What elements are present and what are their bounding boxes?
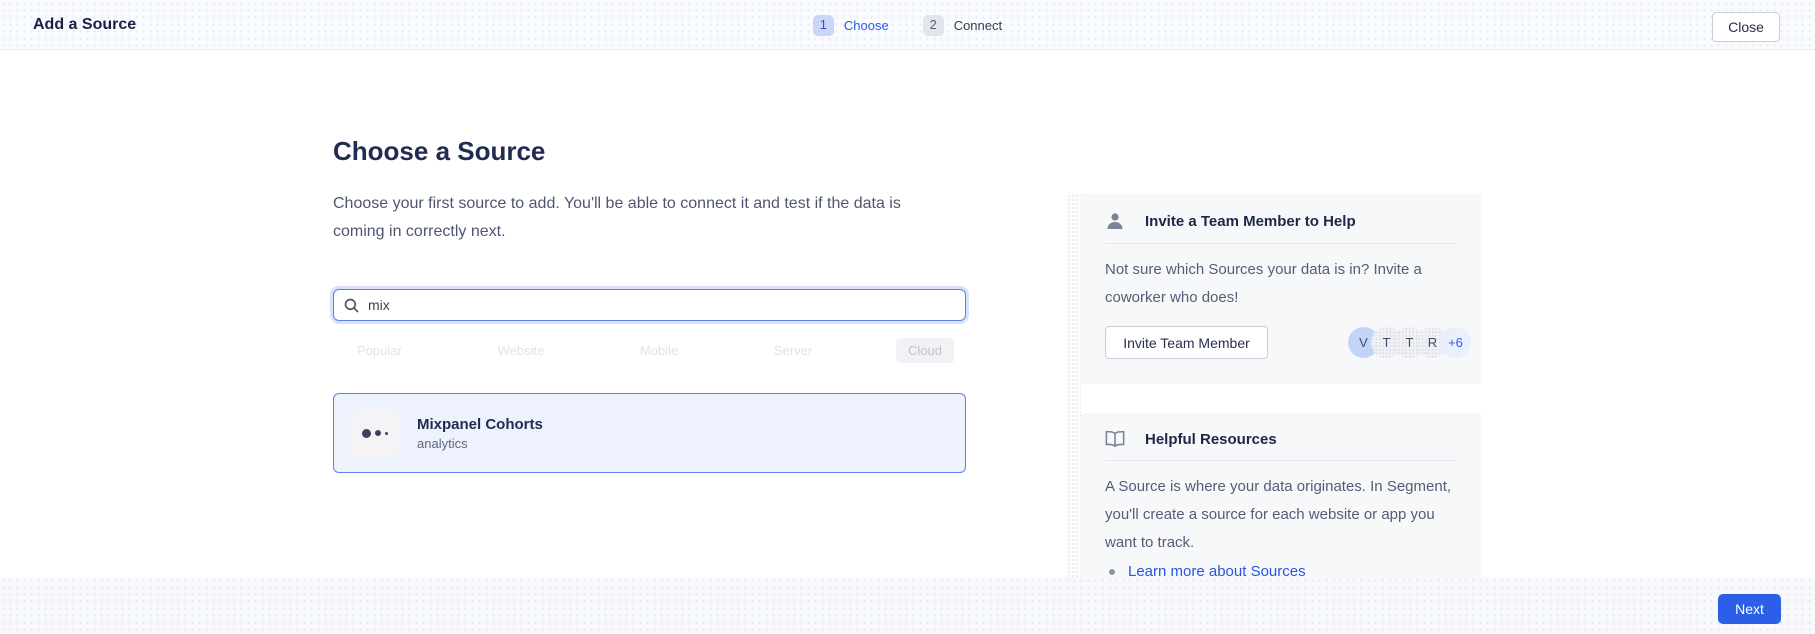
tab-mobile[interactable]: Mobile <box>628 338 690 363</box>
result-text: Mixpanel Cohorts analytics <box>417 416 543 451</box>
bullet-icon <box>1109 569 1115 575</box>
invite-team-member-button[interactable]: Invite Team Member <box>1105 326 1268 359</box>
avatar-overflow-count: +6 <box>1440 327 1471 358</box>
choose-source-section: Choose a Source Choose your first source… <box>333 51 966 577</box>
book-icon <box>1105 430 1125 448</box>
invite-action-row: Invite Team Member V T T R +6 <box>1081 312 1481 359</box>
invite-card-body: Not sure which Sources your data is in? … <box>1081 244 1481 312</box>
header-bar: Add a Source 1 Choose 2 Connect Close <box>0 0 1815 50</box>
source-name: Mixpanel Cohorts <box>417 416 543 433</box>
invite-card-title: Invite a Team Member to Help <box>1145 213 1356 230</box>
mixpanel-logo-icon <box>350 409 399 458</box>
resources-card-title: Helpful Resources <box>1145 431 1277 448</box>
step-number-badge: 1 <box>813 15 834 36</box>
source-result-mixpanel-cohorts[interactable]: Mixpanel Cohorts analytics <box>333 393 966 473</box>
step-choose[interactable]: 1 Choose <box>813 15 889 36</box>
resources-card-header: Helpful Resources <box>1081 413 1481 460</box>
sidebar-divider-strip <box>1067 194 1081 594</box>
step-label: Connect <box>954 18 1002 33</box>
tab-server[interactable]: Server <box>762 338 824 363</box>
helpful-resources-card: Helpful Resources A Source is where your… <box>1081 413 1481 594</box>
footer-bar <box>0 577 1815 634</box>
section-heading: Choose a Source <box>333 136 545 167</box>
add-source-modal: Add a Source 1 Choose 2 Connect Close Ch… <box>0 0 1815 634</box>
step-number-badge: 2 <box>923 15 944 36</box>
team-avatar-stack: V T T R +6 <box>1348 327 1471 358</box>
section-description: Choose your first source to add. You'll … <box>333 190 933 246</box>
tab-popular[interactable]: Popular <box>345 338 414 363</box>
resources-card-body: A Source is where your data originates. … <box>1081 461 1481 557</box>
next-button[interactable]: Next <box>1718 594 1781 624</box>
category-filter-tabs: Popular Website Mobile Server Cloud <box>333 337 966 363</box>
source-search-box <box>333 289 966 321</box>
stepper: 1 Choose 2 Connect <box>0 0 1815 50</box>
invite-team-card: Invite a Team Member to Help Not sure wh… <box>1081 194 1481 384</box>
tab-website[interactable]: Website <box>486 338 557 363</box>
step-label: Choose <box>844 18 889 33</box>
main-panel: Choose a Source Choose your first source… <box>0 51 1815 577</box>
person-icon <box>1105 211 1125 231</box>
tab-cloud[interactable]: Cloud <box>896 338 954 363</box>
invite-card-header: Invite a Team Member to Help <box>1081 194 1481 243</box>
search-icon <box>344 298 359 313</box>
close-button[interactable]: Close <box>1712 12 1780 42</box>
search-input[interactable] <box>368 297 955 313</box>
source-category: analytics <box>417 436 543 451</box>
step-connect[interactable]: 2 Connect <box>923 15 1002 36</box>
